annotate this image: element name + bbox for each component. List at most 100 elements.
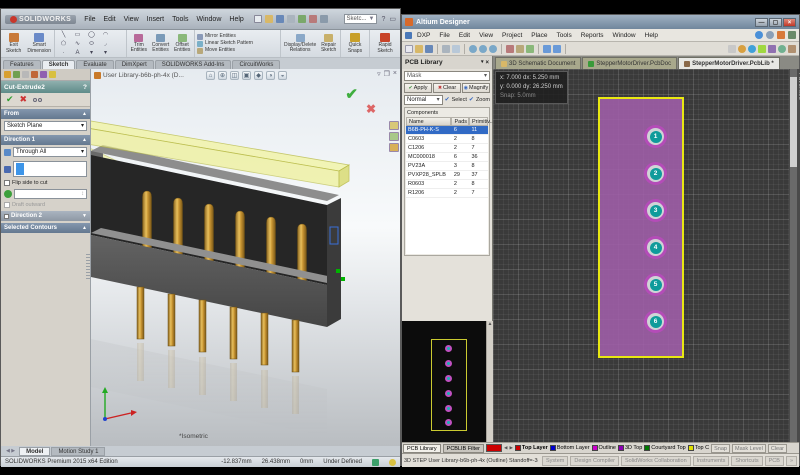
settings-gear-icon[interactable]	[766, 31, 774, 39]
pad-4[interactable]: 4	[644, 236, 667, 259]
tab-dimxpert[interactable]: DimXpert	[115, 60, 154, 69]
circle-tool-icon[interactable]: ◯	[85, 31, 98, 39]
component-tool-icon[interactable]	[788, 45, 796, 53]
ce-tab-icon[interactable]	[49, 71, 56, 78]
design-compiler-panel-button[interactable]: Design Compiler	[570, 456, 619, 466]
cancel-button[interactable]: ✖	[20, 95, 28, 104]
layer-3d-top[interactable]: 3D Top	[618, 445, 642, 451]
snap-button[interactable]: Snap	[711, 444, 730, 453]
menu-view[interactable]: View	[475, 31, 497, 40]
menu-project[interactable]: Project	[498, 31, 526, 40]
convert-entities-button[interactable]: Convert Entities	[151, 34, 171, 54]
propertymanager-tab-icon[interactable]	[13, 71, 20, 78]
copy-icon[interactable]	[516, 45, 524, 53]
more-panels-button[interactable]: »	[786, 456, 797, 466]
component-row[interactable]: R060328	[406, 180, 488, 189]
preview-scrollbar[interactable]: ▲	[486, 321, 493, 442]
tab-evaluate[interactable]: Evaluate	[76, 60, 113, 69]
pcb-panel-button[interactable]: PCB	[765, 456, 784, 466]
panel-close-icon[interactable]: ×	[485, 60, 489, 66]
flyout-icon-3[interactable]	[389, 143, 399, 152]
help-bulb-icon[interactable]	[389, 459, 396, 466]
apply-button[interactable]: ✔ Apply	[404, 83, 432, 93]
from-combo[interactable]: Sketch Plane▾	[4, 121, 87, 131]
clear-button[interactable]: Clear	[768, 444, 787, 453]
layer-bottom[interactable]: Bottom Layer	[550, 445, 590, 451]
zoom-fit-icon[interactable]	[469, 45, 477, 53]
solidworks-collaboration-panel-button[interactable]: SolidWorks Collaboration	[621, 456, 691, 466]
undo-icon[interactable]	[309, 15, 317, 23]
point-tool-icon[interactable]: ·	[57, 49, 70, 57]
menu-file[interactable]: File	[435, 31, 453, 40]
command-search[interactable]: Sketc... ▼	[344, 14, 378, 24]
featuremanager-tab-icon[interactable]	[4, 71, 11, 78]
layer-top-courtyard[interactable]: Top C	[688, 445, 709, 451]
pad-3[interactable]: 3	[644, 199, 667, 222]
text-tool-icon[interactable]: A	[71, 49, 84, 57]
component-row[interactable]: PVXP28_SPLB2937	[406, 171, 488, 180]
clear-button[interactable]: ✖ Clear	[433, 83, 461, 93]
select-checkbox[interactable]: ✔ Select	[445, 97, 467, 103]
footprint-body[interactable]: 1 2 3 4 5 6	[598, 97, 684, 358]
system-panel-button[interactable]: System	[542, 456, 568, 466]
open-icon[interactable]	[415, 45, 423, 53]
display-delete-relations-button[interactable]: Display/Delete Relations	[283, 34, 317, 54]
smart-dimension-button[interactable]: Smart Dimension	[26, 33, 52, 54]
reverse-direction-icon[interactable]	[4, 149, 11, 156]
pcb-editor-canvas[interactable]: x: 7.000 dx: 5.250 mm y: 0.000 dy: 26.25…	[493, 69, 789, 442]
mask-level-button[interactable]: Mask Level	[732, 444, 766, 453]
component-row[interactable]: C060328	[406, 135, 488, 144]
menu-view[interactable]: View	[120, 15, 143, 24]
string-tool-icon[interactable]	[758, 45, 766, 53]
magnify-button[interactable]: ◉ Magnify	[462, 83, 490, 93]
tab-solidworks-addins[interactable]: SOLIDWORKS Add-Ins	[155, 60, 232, 69]
unit-system-icon[interactable]	[372, 459, 379, 466]
shortcuts-panel-button[interactable]: Shortcuts	[731, 456, 762, 466]
section-selected-contours[interactable]: Selected Contours▲	[1, 223, 90, 233]
restore-icon[interactable]: ❐	[384, 70, 390, 78]
new-icon[interactable]	[405, 45, 413, 53]
line-tool-icon[interactable]	[728, 45, 736, 53]
layer-scroll-right-icon[interactable]: ▶	[509, 446, 512, 451]
ellipse-tool-icon[interactable]: ⬭	[85, 40, 98, 48]
tab-pcblib[interactable]: StepperMotorDriver.PcbLib *	[678, 57, 780, 69]
rapid-sketch-button[interactable]: Rapid Sketch	[372, 33, 398, 54]
move-entities-button[interactable]: Move Entities	[197, 48, 235, 54]
view-orientation-icon[interactable]: ▣	[242, 71, 251, 80]
col-name[interactable]: Name	[406, 117, 451, 126]
redo-icon[interactable]	[553, 45, 561, 53]
preview-icon[interactable]	[452, 45, 460, 53]
home-icon[interactable]	[755, 31, 763, 39]
component-row[interactable]: PV23A38	[406, 162, 488, 171]
tab-motion-study[interactable]: Motion Study 1	[51, 447, 105, 456]
open-icon[interactable]	[265, 15, 273, 23]
save-icon[interactable]	[276, 15, 284, 23]
menu-tools[interactable]: Tools	[553, 31, 576, 40]
menu-edit[interactable]: Edit	[455, 31, 474, 40]
pm-help-icon[interactable]: ?	[83, 84, 87, 91]
menu-window[interactable]: Window	[192, 15, 225, 24]
rectangle-tool-icon[interactable]: ▭	[71, 31, 84, 39]
new-file-icon[interactable]	[254, 15, 262, 23]
undo-icon[interactable]	[543, 45, 551, 53]
flyout-icon-1[interactable]	[389, 121, 399, 130]
menu-tools[interactable]: Tools	[168, 15, 192, 24]
layer-courtyard-top[interactable]: Courtyard Top	[644, 445, 685, 451]
display-tab-icon[interactable]	[40, 71, 47, 78]
draft-angle-field[interactable]: ↕	[14, 189, 87, 199]
instruments-panel-button[interactable]: Instruments	[693, 456, 730, 466]
tab-scroll-icons[interactable]: ◀ ▶	[3, 448, 18, 454]
confirm-ok-icon[interactable]: ✔	[345, 87, 358, 102]
appearance-icon[interactable]: ◒	[278, 71, 287, 80]
flip-side-checkbox[interactable]: Flip side to cut	[1, 179, 90, 187]
minimize-icon[interactable]: ▿	[377, 70, 381, 78]
line-tool-icon[interactable]: ╲	[57, 31, 70, 39]
menu-edit[interactable]: Edit	[100, 15, 120, 24]
polygon-tool-icon[interactable]	[778, 45, 786, 53]
polygon-tool-icon[interactable]: ⬠	[57, 40, 70, 48]
layer-outline[interactable]: Outline	[592, 445, 616, 451]
tab-model[interactable]: Model	[19, 447, 50, 456]
tab-schematic-doc[interactable]: 3D Schematic Document	[495, 57, 581, 69]
component-row[interactable]: MC000018636	[406, 153, 488, 162]
rebuild-icon[interactable]	[298, 15, 306, 23]
